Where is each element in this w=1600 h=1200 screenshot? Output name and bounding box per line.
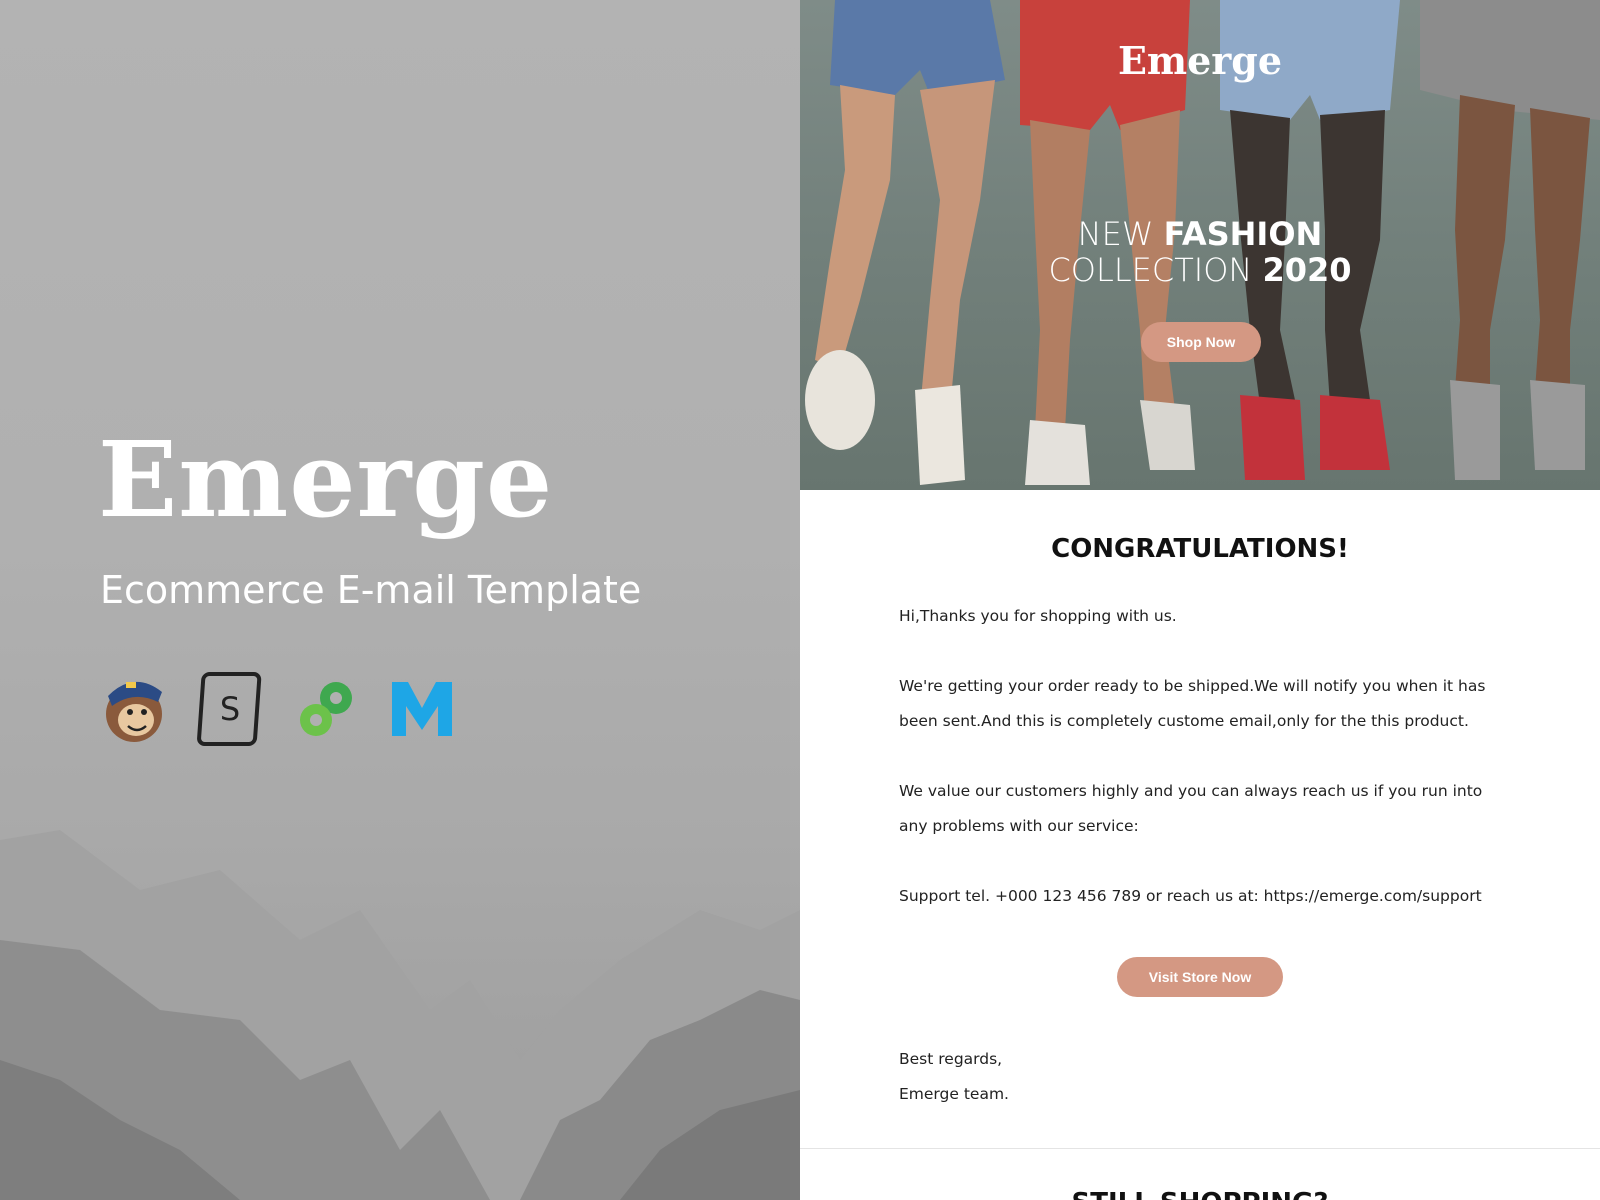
greeting-text: Hi,Thanks you for shopping with us. bbox=[899, 607, 1177, 625]
shop-now-button[interactable]: Shop Now bbox=[1141, 322, 1261, 362]
service-paragraph: We value our customers highly and you ca… bbox=[899, 782, 1483, 835]
svg-text:S: S bbox=[220, 690, 240, 728]
order-paragraph: We're getting your order ready to be shi… bbox=[899, 677, 1486, 730]
hero-line2-bold: 2020 bbox=[1262, 251, 1352, 289]
hero-line2-light: COLLECTION bbox=[1048, 251, 1263, 289]
hero-headline: NEW FASHION COLLECTION 2020 bbox=[800, 216, 1600, 288]
congratulations-heading: CONGRATULATIONS! bbox=[1051, 534, 1349, 564]
promo-tagline: Ecommerce E-mail Template bbox=[100, 568, 642, 612]
email-logo[interactable]: Emerge bbox=[800, 38, 1600, 83]
team-line: Emerge team. bbox=[899, 1085, 1009, 1103]
mountain-background bbox=[0, 830, 800, 1200]
support-text: Support tel. +000 123 456 789 or reach u… bbox=[899, 887, 1482, 905]
still-shopping-heading: STILL SHOPPING? bbox=[800, 1188, 1600, 1200]
hero-line1-light: NEW bbox=[1077, 215, 1164, 253]
visit-store-button[interactable]: Visit Store Now bbox=[1117, 957, 1283, 997]
campaign-monitor-icon bbox=[292, 668, 360, 748]
regards-line: Best regards, bbox=[899, 1050, 1003, 1068]
mailchimp-icon bbox=[100, 668, 168, 748]
promo-panel: Emerge Ecommerce E-mail Template S bbox=[0, 0, 800, 1200]
email-preview: Emerge NEW FASHION COLLECTION 2020 Shop … bbox=[800, 0, 1600, 1200]
signature: Best regards, Emerge team. bbox=[899, 1042, 1009, 1112]
section-divider bbox=[800, 1148, 1600, 1149]
hero-banner: Emerge NEW FASHION COLLECTION 2020 Shop … bbox=[800, 0, 1600, 490]
stampready-icon: S bbox=[196, 668, 264, 748]
platform-icons: S bbox=[100, 668, 456, 748]
mailster-icon bbox=[388, 668, 456, 748]
hero-line1-bold: FASHION bbox=[1163, 215, 1323, 253]
promo-brand-title: Emerge bbox=[98, 418, 554, 541]
